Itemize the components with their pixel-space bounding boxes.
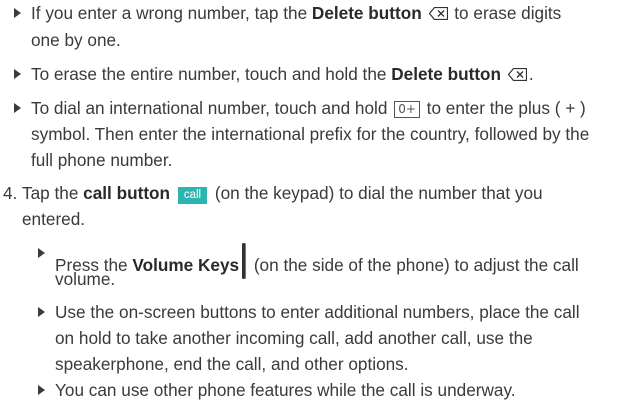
bullet-text: To dial an international number, touch a… [31, 98, 393, 118]
delete-key-icon [507, 65, 527, 82]
delete-button-label: Delete button [311, 3, 422, 23]
triangle-bullet-icon [14, 69, 21, 79]
volume-keys-icon [242, 243, 246, 279]
step-4-number: 4. [3, 183, 18, 203]
bullet-1-line-1: If you enter a wrong number, tap the Del… [31, 3, 561, 23]
bullet-text: symbol. Then enter the international pre… [31, 124, 590, 144]
delete-key-icon [428, 4, 448, 21]
sub-bullet-3-line-1: You can use other phone features while t… [55, 380, 516, 400]
triangle-bullet-icon [14, 103, 21, 113]
zero-plus-key-icon: 0+ [394, 101, 420, 118]
bullet-text: to enter the plus ( + ) [421, 98, 586, 118]
bullet-text: . [528, 64, 534, 84]
call-button-label: call button [83, 183, 171, 203]
triangle-bullet-icon [14, 8, 21, 18]
bullet-text: to erase digits [449, 3, 562, 23]
volume-keys-label: Volume Keys [132, 255, 240, 275]
sub-bullet-2-line-3: speakerphone, end the call, and other op… [55, 354, 409, 374]
bullet-text: If you enter a wrong number, tap the [31, 3, 312, 23]
sub-bullet-1-line-2: volume. [55, 269, 116, 289]
call-button-icon: call [177, 187, 208, 204]
bullet-2-line-1: To erase the entire number, touch and ho… [31, 64, 534, 84]
sub-bullet-1-line-1: Press the Volume Keys (on the side of th… [55, 243, 579, 279]
bullet-text: full phone number. [31, 150, 173, 170]
bullet-text: (on the side of the phone) to adjust the… [249, 255, 579, 275]
bullet-3-line-2: symbol. Then enter the international pre… [31, 124, 589, 144]
step-text: Tap the [22, 183, 84, 203]
bullet-text: one by one. [31, 30, 121, 50]
triangle-bullet-icon [38, 248, 45, 258]
sub-bullet-2-line-2: on hold to take another incoming call, a… [55, 328, 533, 348]
bullet-text: To erase the entire number, touch and ho… [31, 64, 392, 84]
bullet-1-line-2: one by one. [31, 30, 121, 50]
delete-button-label: Delete button [391, 64, 502, 84]
sub-bullet-2-line-1: Use the on-screen buttons to enter addit… [55, 302, 580, 322]
triangle-bullet-icon [38, 307, 45, 317]
step-4-line-1: Tap the call button call (on the keypad)… [22, 183, 543, 204]
bullet-3-line-1: To dial an international number, touch a… [31, 98, 586, 118]
step-text: (on the keypad) to dial the number that … [210, 183, 543, 203]
triangle-bullet-icon [38, 385, 45, 395]
bullet-3-line-3: full phone number. [31, 150, 172, 170]
step-4-line-2: entered. [22, 209, 86, 229]
